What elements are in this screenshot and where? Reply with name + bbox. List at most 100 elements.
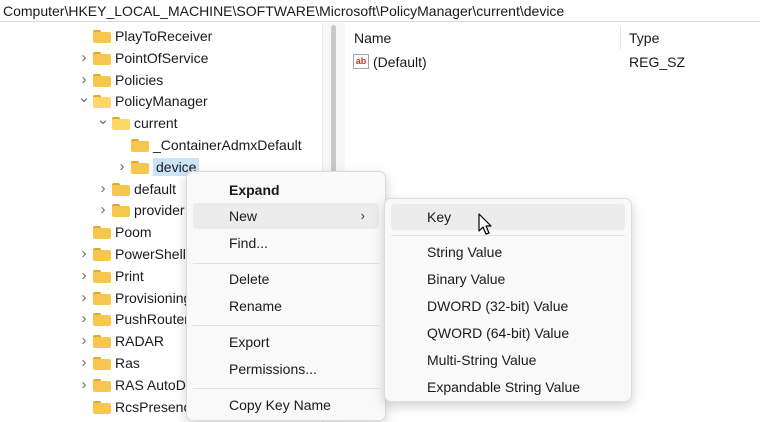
folder-icon	[112, 204, 130, 218]
chevron-right-icon[interactable]: ›	[96, 199, 110, 221]
chevron-right-icon[interactable]: ›	[77, 308, 91, 330]
tree-item-label: _ContainerAdmxDefault	[153, 137, 302, 153]
chevron-down-icon[interactable]: ⌄	[96, 112, 110, 128]
menu-item-copy-key-name[interactable]: Copy Key Name	[193, 392, 379, 418]
tree-item[interactable]: › Policies	[77, 69, 164, 91]
folder-icon	[93, 400, 111, 414]
tree-item-label: PushRouter	[115, 311, 189, 328]
tree-item[interactable]: › provider	[96, 199, 185, 221]
value-type: REG_SZ	[629, 54, 686, 70]
folder-icon	[93, 269, 111, 283]
tree-item-label: Poom	[115, 224, 152, 241]
menu-item-export[interactable]: Export	[193, 329, 379, 355]
tree-item-label: RAS AutoD	[115, 376, 186, 393]
mouse-cursor-icon	[478, 213, 492, 235]
folder-icon	[93, 248, 111, 261]
folder-icon	[93, 73, 111, 87]
tree-item[interactable]: ⌄ PolicyManager	[77, 90, 208, 112]
submenu-item-expandable-string-value[interactable]: Expandable String Value	[391, 374, 625, 400]
folder-icon	[112, 182, 130, 196]
menu-item-find[interactable]: Find...	[193, 230, 379, 256]
tree-item-label: default	[134, 180, 177, 197]
address-bar[interactable]: Computer\HKEY_LOCAL_MACHINE\SOFTWARE\Mic…	[0, 0, 760, 22]
tree-item-label: Ras	[115, 355, 140, 371]
chevron-right-icon[interactable]: ›	[77, 287, 91, 309]
tree-item[interactable]: › Ras	[77, 352, 140, 374]
chevron-right-icon[interactable]: ›	[77, 330, 91, 352]
tree-item-label: RADAR	[115, 333, 165, 350]
chevron-right-icon[interactable]: ›	[77, 265, 91, 287]
folder-icon	[93, 378, 111, 392]
tree-item[interactable]: Poom	[77, 221, 152, 243]
tree-item-label: Policies	[115, 71, 164, 88]
chevron-right-icon[interactable]: ›	[96, 178, 110, 200]
tree-item-label: Provisioning	[115, 289, 192, 306]
menu-item-expand[interactable]: Expand	[193, 177, 379, 203]
tree-item[interactable]: PlayToReceiver	[77, 25, 212, 47]
menu-separator	[391, 235, 625, 236]
tree-item[interactable]: › PointOfService	[77, 47, 209, 69]
menu-item-delete[interactable]: Delete	[193, 266, 379, 292]
submenu-item-dword-value[interactable]: DWORD (32-bit) Value	[391, 293, 625, 319]
tree-item[interactable]: › PushRouter	[77, 308, 189, 330]
folder-icon	[93, 30, 111, 43]
tree-item[interactable]: › PowerShell	[77, 243, 186, 265]
folder-icon	[93, 335, 111, 349]
menu-item-new-label: New	[229, 208, 258, 224]
tree-item[interactable]: › RADAR	[77, 330, 165, 352]
chevron-right-icon[interactable]: ›	[77, 374, 91, 396]
tree-item[interactable]: ⌄ current	[96, 112, 178, 134]
menu-item-permissions[interactable]: Permissions...	[193, 356, 379, 382]
submenu-item-qword-value[interactable]: QWORD (64-bit) Value	[391, 320, 625, 346]
tree-item[interactable]: › default	[96, 178, 177, 200]
tree-scrollbar-thumb[interactable]	[331, 25, 336, 195]
tree-item-label: PolicyManager	[115, 93, 208, 110]
tree-item-label: PointOfService	[115, 49, 209, 66]
menu-item-new[interactable]: New ›	[193, 203, 379, 229]
submenu-item-key[interactable]: Key	[391, 204, 625, 230]
column-header-name[interactable]: Name	[354, 27, 391, 49]
folder-icon	[93, 226, 111, 240]
menu-separator	[193, 263, 379, 264]
chevron-right-icon: ›	[360, 208, 365, 223]
tree-item-label: PowerShell	[115, 246, 186, 262]
value-name: (Default)	[373, 54, 427, 70]
tree-item[interactable]: RcsPresence	[77, 396, 198, 418]
chevron-right-icon[interactable]: ›	[115, 156, 129, 178]
submenu-item-multi-string-value[interactable]: Multi-String Value	[391, 347, 625, 373]
context-menu: Expand New › Find... Delete Rename Expor…	[186, 171, 386, 421]
tree-item[interactable]: › RAS AutoD	[77, 374, 186, 396]
tree-item-label: Print	[115, 267, 144, 284]
folder-icon	[131, 139, 149, 152]
column-header-type[interactable]: Type	[629, 27, 659, 49]
folder-icon	[93, 357, 111, 370]
new-submenu: Key String Value Binary Value DWORD (32-…	[384, 198, 632, 402]
menu-separator	[193, 325, 379, 326]
submenu-item-binary-value[interactable]: Binary Value	[391, 266, 625, 292]
address-path: Computer\HKEY_LOCAL_MACHINE\SOFTWARE\Mic…	[3, 3, 565, 19]
tree-item-label: provider	[134, 202, 185, 219]
chevron-right-icon[interactable]: ›	[77, 47, 91, 69]
folder-icon	[93, 51, 111, 65]
string-value-icon: ab	[353, 54, 369, 69]
tree-item[interactable]: › Print	[77, 265, 144, 287]
folder-open-icon	[93, 95, 111, 109]
column-divider[interactable]	[620, 27, 621, 49]
folder-icon	[93, 313, 111, 327]
chevron-down-icon[interactable]: ⌄	[77, 90, 91, 106]
list-row[interactable]: ab (Default) REG_SZ	[345, 51, 760, 73]
submenu-item-string-value[interactable]: String Value	[391, 239, 625, 265]
tree-item-label: current	[134, 115, 178, 132]
folder-icon	[131, 160, 149, 174]
chevron-right-icon[interactable]: ›	[77, 243, 91, 265]
list-header: Name Type	[345, 27, 760, 49]
chevron-right-icon[interactable]: ›	[77, 352, 91, 374]
menu-item-rename[interactable]: Rename	[193, 293, 379, 319]
tree-item-label: PlayToReceiver	[115, 28, 213, 44]
chevron-right-icon[interactable]: ›	[77, 69, 91, 91]
tree-item[interactable]: › Provisioning	[77, 287, 192, 309]
menu-separator	[193, 388, 379, 389]
folder-icon	[93, 291, 111, 305]
folder-open-icon	[112, 117, 130, 131]
tree-item[interactable]: _ContainerAdmxDefault	[115, 134, 302, 156]
